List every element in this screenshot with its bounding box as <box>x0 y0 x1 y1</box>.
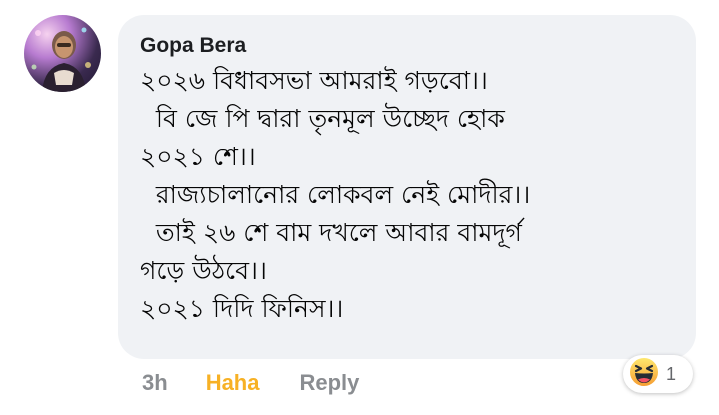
comment-line: তাই ২৬ শে বাম দখলে আবার বামদূর্গ <box>140 218 522 247</box>
comment-author[interactable]: Gopa Bera <box>140 34 676 58</box>
comment-line: রাজ্যচালানোর লোকবল নেই মোদীর।। <box>140 180 531 209</box>
haha-emoji-icon <box>627 355 661 393</box>
haha-button[interactable]: Haha <box>206 370 260 396</box>
comment: Gopa Bera ২০২৬ বিধাবসভা আমরাই গড়বো।। বি… <box>0 0 719 415</box>
comment-line: ২০২১ শে।। <box>140 142 256 171</box>
reply-button[interactable]: Reply <box>299 370 359 396</box>
comment-line: গড়ে উঠবে।। <box>140 256 267 285</box>
comment-line: ২০২১ দিদি ফিনিস।। <box>140 294 344 323</box>
comment-body: ২০২৬ বিধাবসভা আমরাই গড়বো।। বি জে পি দ্ব… <box>140 62 676 328</box>
comment-bubble: Gopa Bera ২০২৬ বিধাবসভা আমরাই গড়বো।। বি… <box>118 15 696 359</box>
avatar[interactable] <box>24 15 101 92</box>
comment-line: ২০২৬ বিধাবসভা আমরাই গড়বো।। <box>140 66 488 95</box>
reaction-summary[interactable]: 1 <box>623 355 693 393</box>
comment-line: বি জে পি দ্বারা তৃনমূল উচ্ছেদ হোক <box>140 104 505 133</box>
comment-timestamp[interactable]: 3h <box>142 370 168 396</box>
reaction-count: 1 <box>666 363 677 384</box>
comment-actions: 3h Haha Reply <box>142 367 359 399</box>
